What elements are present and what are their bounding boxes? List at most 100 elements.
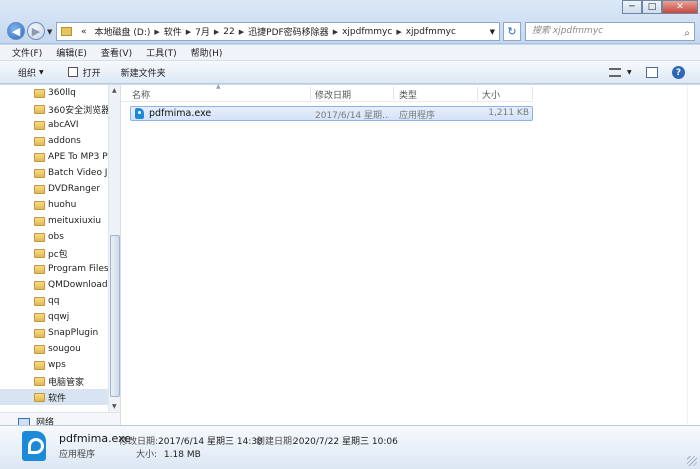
breadcrumb-software[interactable]: 软件 xyxy=(164,25,182,38)
refresh-button[interactable]: ↻ xyxy=(503,22,521,41)
tree-item[interactable]: DVDRanger xyxy=(0,181,108,197)
tree-item[interactable]: 电脑管家 xyxy=(0,373,108,389)
change-view-button[interactable]: ▼ xyxy=(609,65,632,80)
tree-item[interactable]: Program Files xyxy=(0,261,108,277)
search-placeholder: 搜索 xjpdfmmyc xyxy=(532,26,604,36)
folder-icon xyxy=(34,344,45,354)
chevron-right-icon[interactable]: ▶ xyxy=(333,28,338,36)
address-bar[interactable]: « 本地磁盘 (D:) ▶ 软件 ▶ 7月 ▶ 22 ▶ 迅捷PDF密码移除器 … xyxy=(56,22,500,41)
tree-item-selected[interactable]: 软件 xyxy=(0,389,108,405)
column-divider[interactable] xyxy=(477,87,478,100)
column-header-row: ▲ 名称 修改日期 类型 大小 xyxy=(121,83,533,102)
open-icon xyxy=(67,67,78,77)
folder-icon xyxy=(34,168,45,178)
breadcrumb-drive[interactable]: 本地磁盘 (D:) xyxy=(95,25,151,38)
file-type: 应用程序 xyxy=(399,111,436,121)
folder-icon xyxy=(34,376,45,386)
refresh-icon: ↻ xyxy=(507,25,517,38)
menu-tools[interactable]: 工具(T) xyxy=(146,46,177,59)
resize-grip[interactable] xyxy=(687,456,697,466)
tree-item[interactable]: obs xyxy=(0,229,108,245)
menu-view[interactable]: 查看(V) xyxy=(101,46,132,59)
tree-item[interactable]: 360llq xyxy=(0,85,108,101)
column-divider[interactable] xyxy=(310,87,311,100)
minimize-button[interactable]: ─ xyxy=(622,0,642,14)
tree-item[interactable]: qq xyxy=(0,293,108,309)
organize-button[interactable]: 组织 ▼ xyxy=(18,66,44,79)
menu-file[interactable]: 文件(F) xyxy=(12,46,42,59)
help-button[interactable]: ? xyxy=(672,66,685,79)
back-button[interactable]: ◀ xyxy=(7,22,25,40)
column-divider[interactable] xyxy=(532,87,533,100)
file-list: ▲ 名称 修改日期 类型 大小 pdfmima.exe 2017/6/14 星期… xyxy=(121,83,700,425)
recent-pages-dropdown[interactable]: ▼ xyxy=(47,28,52,36)
chevron-right-icon[interactable]: ▶ xyxy=(154,28,159,36)
file-size: 1,211 KB xyxy=(488,108,529,118)
tree-item[interactable]: pc包 xyxy=(0,245,108,261)
scroll-up-icon[interactable]: ▲ xyxy=(112,87,117,94)
folder-icon xyxy=(34,200,45,210)
arrow-left-icon: ◀ xyxy=(11,24,21,38)
breadcrumb-xjpdfmmyc-current[interactable]: xjpdfmmyc xyxy=(406,27,456,37)
breadcrumb-xjpdfmmyc[interactable]: xjpdfmmyc xyxy=(342,27,392,37)
scroll-down-icon[interactable]: ▼ xyxy=(112,403,117,410)
details-modified-value: 2017/6/14 星期三 14:38 xyxy=(158,437,263,447)
tree-item[interactable]: Batch Video Jc xyxy=(0,165,108,181)
column-type[interactable]: 类型 xyxy=(399,88,417,101)
tree-item[interactable]: sougou xyxy=(0,341,108,357)
column-divider[interactable] xyxy=(393,87,394,100)
menu-edit[interactable]: 编辑(E) xyxy=(56,46,87,59)
folder-icon xyxy=(34,312,45,322)
close-button[interactable]: ✕ xyxy=(662,0,698,14)
details-size: 大小: 1.18 MB xyxy=(136,447,201,460)
details-created-value: 2020/7/22 星期三 10:06 xyxy=(293,437,398,447)
help-icon: ? xyxy=(675,67,682,78)
chevron-right-icon[interactable]: ▶ xyxy=(186,28,191,36)
tree-item[interactable]: addons xyxy=(0,133,108,149)
column-name[interactable]: 名称 xyxy=(132,88,150,101)
open-label: 打开 xyxy=(82,68,101,79)
menu-bar: 文件(F) 编辑(E) 查看(V) 工具(T) 帮助(H) xyxy=(0,45,700,61)
file-modified: 2017/6/14 星期... xyxy=(315,111,389,121)
details-size-value: 1.18 MB xyxy=(163,450,201,460)
chevron-right-icon[interactable]: ▶ xyxy=(214,28,219,36)
chevron-right-icon[interactable]: ▶ xyxy=(396,28,401,36)
nav-vertical-scrollbar[interactable]: ▲ ▼ xyxy=(108,85,120,412)
tree-item[interactable]: SnapPlugin xyxy=(0,325,108,341)
open-button[interactable]: 打开 xyxy=(67,66,101,79)
folder-icon xyxy=(34,152,45,162)
chevron-right-icon[interactable]: ▶ xyxy=(239,28,244,36)
forward-button[interactable]: ▶ xyxy=(27,22,45,40)
pdf-app-icon xyxy=(22,431,46,461)
tree-item[interactable]: huohu xyxy=(0,197,108,213)
preview-pane-button[interactable] xyxy=(646,67,658,78)
tree-item[interactable]: qqwj xyxy=(0,309,108,325)
view-list-icon xyxy=(609,68,621,77)
tree-item[interactable]: 360安全浏览器 xyxy=(0,101,108,117)
folder-icon xyxy=(34,136,45,146)
new-folder-button[interactable]: 新建文件夹 xyxy=(121,66,166,79)
file-list-scrollbar[interactable] xyxy=(687,85,700,425)
file-row-selected[interactable]: pdfmima.exe 2017/6/14 星期... 应用程序 1,211 K… xyxy=(130,106,533,121)
search-input[interactable]: 搜索 xjpdfmmyc ⌕ xyxy=(525,22,695,41)
tree-item[interactable]: wps xyxy=(0,357,108,373)
maximize-button[interactable]: □ xyxy=(642,0,662,14)
breadcrumb-pdf-remover[interactable]: 迅捷PDF密码移除器 xyxy=(248,25,329,38)
column-size[interactable]: 大小 xyxy=(482,88,500,101)
folder-icon xyxy=(34,88,45,98)
column-modified[interactable]: 修改日期 xyxy=(315,88,351,101)
command-bar: 组织 ▼ 打开 新建文件夹 ▼ ? xyxy=(0,61,700,84)
address-dropdown-icon[interactable]: ▼ xyxy=(490,28,495,36)
tree-item[interactable]: QMDownload xyxy=(0,277,108,293)
details-modified-label: 修改日期: xyxy=(119,437,159,447)
folder-icon xyxy=(34,296,45,306)
breadcrumb-22[interactable]: 22 xyxy=(223,27,234,37)
menu-help[interactable]: 帮助(H) xyxy=(191,46,223,59)
breadcrumb-july[interactable]: 7月 xyxy=(195,25,210,38)
tree-item[interactable]: abcAVI xyxy=(0,117,108,133)
arrow-right-icon: ▶ xyxy=(31,24,41,38)
tree-item[interactable]: APE To MP3 Pl xyxy=(0,149,108,165)
tree-item[interactable]: meituxiuxiu xyxy=(0,213,108,229)
breadcrumb-overflow[interactable]: « xyxy=(81,27,87,37)
nav-scroll-thumb[interactable] xyxy=(110,235,120,397)
